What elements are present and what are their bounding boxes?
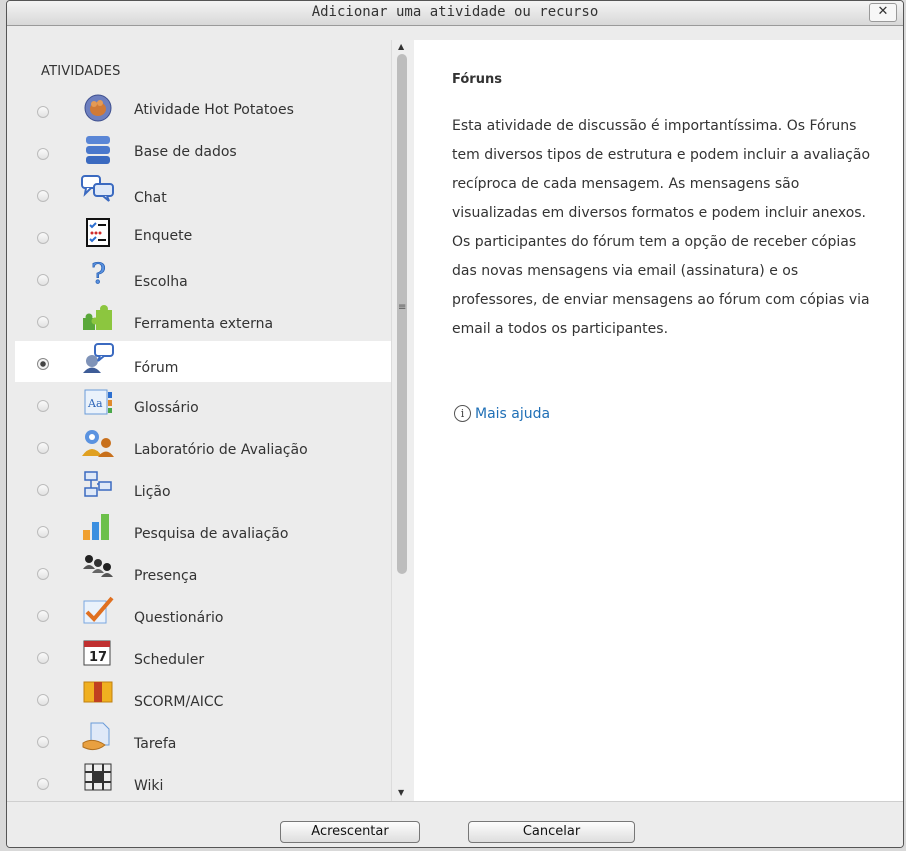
activity-label: Wiki — [134, 778, 164, 794]
activity-radio[interactable] — [37, 736, 49, 748]
activity-radio[interactable] — [37, 484, 49, 496]
activity-label: Chat — [134, 190, 167, 206]
activity-label: Ferramenta externa — [134, 316, 274, 332]
cancel-button[interactable]: Cancelar — [468, 821, 635, 843]
activity-item-hot-potatoes[interactable]: Atividade Hot Potatoes — [15, 90, 391, 131]
activity-item-workshop[interactable]: Laboratório de Avaliação — [15, 426, 391, 467]
activity-item-quiz[interactable]: Questionário — [15, 594, 391, 635]
dialog-title: Adicionar uma atividade ou recurso — [311, 4, 599, 20]
dialog-footer: Acrescentar Cancelar — [7, 801, 903, 847]
activity-list-panel: ATIVIDADES Atividade Hot Potatoes Base d… — [15, 40, 391, 801]
activity-radio[interactable] — [37, 778, 49, 790]
close-button[interactable]: ✕ — [869, 3, 897, 22]
activity-radio[interactable] — [37, 190, 49, 202]
activity-label: Enquete — [134, 228, 193, 244]
activity-item-wiki[interactable]: Wiki — [15, 762, 391, 803]
activity-radio[interactable] — [37, 442, 49, 454]
activity-radio[interactable] — [37, 526, 49, 538]
activity-item-survey[interactable]: Enquete — [15, 216, 391, 257]
category-label: ATIVIDADES — [41, 64, 121, 79]
more-help-label[interactable]: Mais ajuda — [475, 406, 550, 422]
database-icon — [81, 135, 115, 165]
puzzle-icon — [81, 304, 115, 334]
activity-radio[interactable] — [37, 568, 49, 580]
info-icon: i — [454, 405, 471, 422]
survey-checklist-icon — [81, 218, 115, 248]
svg-text:Aa: Aa — [87, 397, 103, 410]
activity-item-glossary[interactable]: Aa Glossário — [15, 384, 391, 425]
scroll-down-arrow[interactable]: ▼ — [398, 788, 404, 797]
more-help-link[interactable]: i Mais ajuda — [454, 405, 550, 422]
activity-label: Laboratório de Avaliação — [134, 442, 308, 458]
scrollbar-thumb[interactable] — [397, 54, 407, 574]
activity-item-scheduler[interactable]: 17 Scheduler — [15, 636, 391, 677]
activity-radio[interactable] — [37, 232, 49, 244]
activity-item-choice[interactable]: ? Escolha — [15, 257, 391, 299]
activity-radio-selected[interactable] — [37, 358, 49, 370]
activity-item-scorm[interactable]: SCORM/AICC — [15, 678, 391, 719]
activity-details-panel: Fóruns Esta atividade de discussão é imp… — [414, 40, 903, 801]
activity-item-database[interactable]: Base de dados — [15, 132, 391, 173]
activity-radio[interactable] — [37, 148, 49, 160]
activity-radio[interactable] — [37, 400, 49, 412]
details-description: Esta atividade de discussão é importantí… — [452, 118, 871, 337]
activity-label: Tarefa — [134, 736, 177, 752]
activity-label: Scheduler — [134, 652, 205, 668]
forum-icon — [81, 343, 115, 373]
activity-label: Questionário — [134, 610, 224, 626]
activity-label: Pesquisa de avaliação — [134, 526, 289, 542]
dialog-titlebar: Adicionar uma atividade ou recurso ✕ — [7, 1, 903, 26]
activity-label: Fórum — [134, 360, 179, 376]
activity-label: Lição — [134, 484, 171, 500]
activity-list-scrollbar[interactable]: ▲ ≡ ▼ — [391, 40, 414, 801]
glossary-icon: Aa — [81, 387, 115, 417]
workshop-people-icon — [81, 427, 115, 457]
svg-text:17: 17 — [89, 650, 107, 665]
details-title: Fóruns — [452, 72, 502, 87]
bar-chart-icon — [81, 512, 115, 542]
activity-item-attendance[interactable]: Presença — [15, 552, 391, 593]
activity-item-external-tool[interactable]: Ferramenta externa — [15, 300, 391, 341]
scroll-up-arrow[interactable]: ▲ — [398, 42, 404, 51]
activity-label: Base de dados — [134, 144, 237, 160]
svg-text:?: ? — [91, 258, 106, 288]
activity-item-chat[interactable]: Chat — [15, 174, 391, 215]
activity-label: SCORM/AICC — [134, 694, 224, 710]
scrollbar-grip-icon: ≡ — [398, 302, 407, 313]
activity-label: Glossário — [134, 400, 199, 416]
chat-icon — [81, 174, 115, 204]
activity-radio[interactable] — [37, 652, 49, 664]
activity-radio[interactable] — [37, 610, 49, 622]
activity-radio[interactable] — [37, 274, 49, 286]
activity-item-forum[interactable]: Fórum — [15, 341, 391, 382]
activity-item-lesson[interactable]: Lição — [15, 468, 391, 509]
activity-label: Escolha — [134, 274, 188, 290]
calendar-icon: 17 — [81, 637, 115, 667]
hot-potatoes-icon — [81, 93, 115, 123]
activity-item-feedback[interactable]: Pesquisa de avaliação — [15, 510, 391, 551]
activity-label: Atividade Hot Potatoes — [134, 102, 294, 118]
lesson-flow-icon — [81, 470, 115, 500]
checkmark-icon — [81, 596, 115, 626]
add-button[interactable]: Acrescentar — [280, 821, 420, 843]
scorm-package-icon — [81, 679, 115, 709]
activity-item-assignment[interactable]: Tarefa — [15, 720, 391, 761]
add-activity-dialog: Adicionar uma atividade ou recurso ✕ ATI… — [6, 0, 904, 848]
activity-radio[interactable] — [37, 106, 49, 118]
question-mark-icon: ? — [81, 257, 115, 291]
assignment-icon — [81, 721, 115, 751]
activity-label: Presença — [134, 568, 198, 584]
activity-radio[interactable] — [37, 694, 49, 706]
activity-radio[interactable] — [37, 316, 49, 328]
wiki-icon — [81, 762, 115, 792]
attendance-people-icon — [81, 552, 115, 582]
